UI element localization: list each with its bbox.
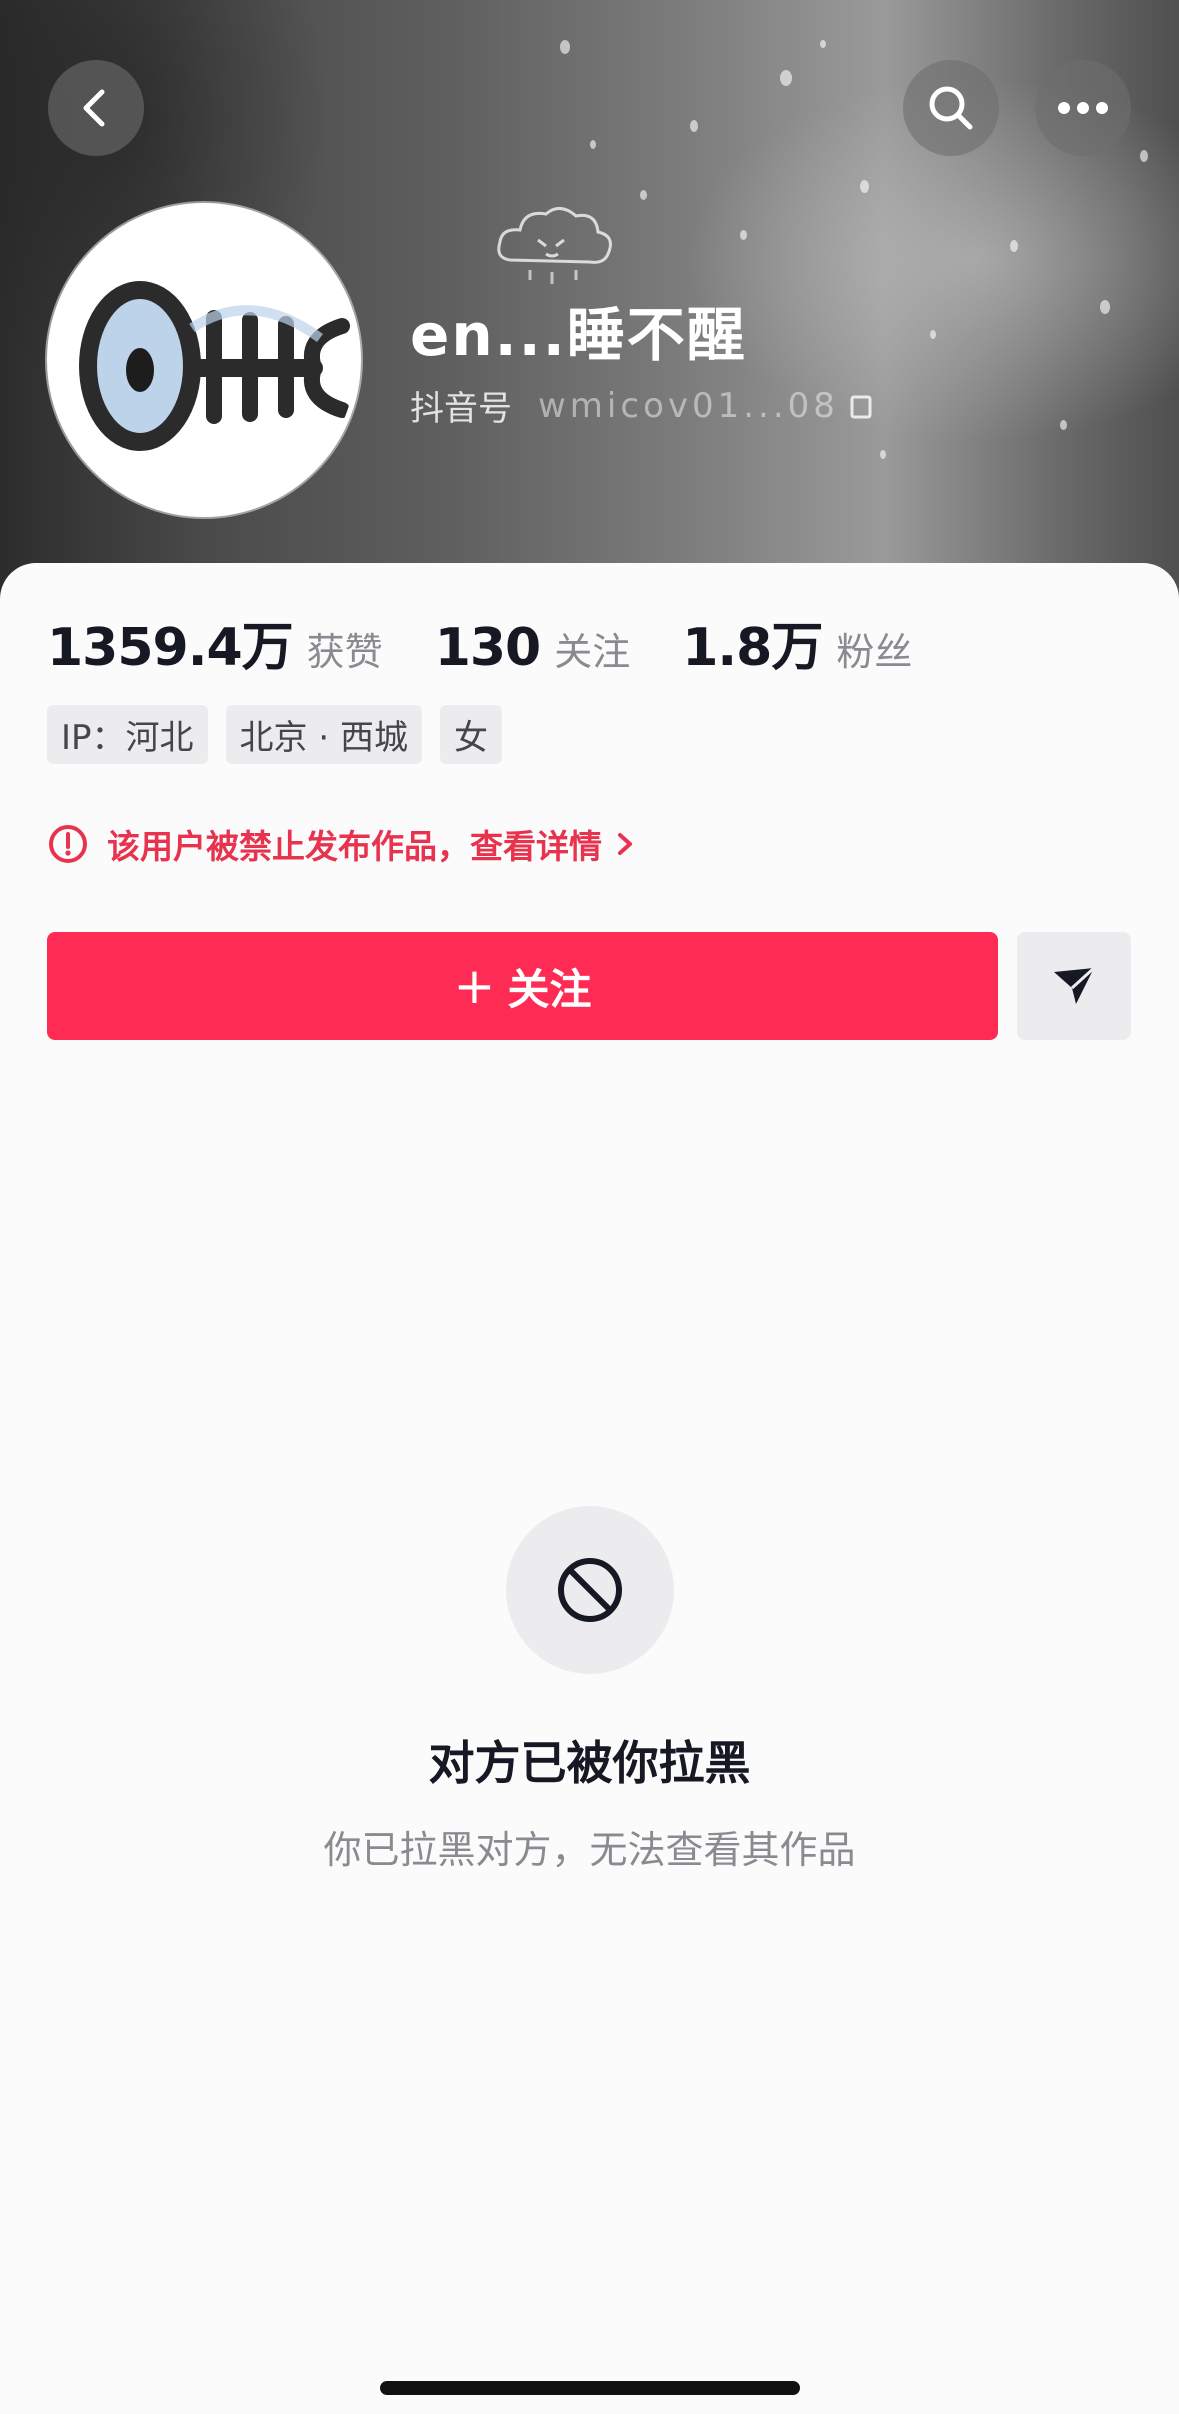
- home-indicator[interactable]: [380, 2381, 800, 2395]
- search-icon: [929, 86, 973, 130]
- stat-followers-value: 1.8万: [682, 618, 823, 678]
- tag-ip-location: IP：河北: [47, 705, 208, 764]
- cloud-doodle-icon: [497, 207, 612, 284]
- stat-following[interactable]: 130 关注: [435, 618, 631, 678]
- block-icon: [558, 1558, 622, 1622]
- more-options-button[interactable]: [1035, 60, 1131, 156]
- blocked-state-badge: [506, 1506, 674, 1674]
- avatar[interactable]: [47, 203, 361, 517]
- warning-icon: [49, 825, 87, 863]
- chevron-right-icon: [618, 833, 632, 855]
- tag-gender: 女: [439, 705, 502, 764]
- stat-following-value: 130: [434, 618, 542, 678]
- stat-followers-label: 粉丝: [836, 630, 913, 674]
- follow-button-label: 关注: [507, 964, 592, 1014]
- blocked-state-subtitle: 你已拉黑对方，无法查看其作品: [323, 1828, 856, 1872]
- profile-stats: 1359.4万 获赞 130 关注 1.8万 粉丝: [47, 605, 964, 678]
- stat-likes-label: 获赞: [306, 630, 383, 674]
- profile-page: en...睡不醒 抖音号 wmicov01...08 1359.4万 获赞 13…: [0, 0, 1179, 2414]
- stat-following-label: 关注: [554, 630, 631, 674]
- douyin-id-value: wmicov01...08: [538, 385, 839, 426]
- ban-notice-text: 该用户被禁止发布作品，查看详情: [107, 827, 602, 866]
- stat-likes-value: 1359.4万: [47, 618, 294, 678]
- send-message-button[interactable]: [1017, 932, 1131, 1040]
- back-button[interactable]: [48, 60, 144, 156]
- profile-tags: IP：河北 北京 · 西城 女: [47, 705, 520, 764]
- chevron-left-icon: [83, 89, 105, 127]
- blocked-state-title: 对方已被你拉黑: [428, 1736, 751, 1790]
- search-button[interactable]: [903, 60, 999, 156]
- profile-nickname: en...睡不醒: [410, 301, 747, 369]
- tag-city: 北京 · 西城: [225, 705, 422, 764]
- follow-button[interactable]: + 关注: [47, 932, 998, 1040]
- stat-likes[interactable]: 1359.4万 获赞: [47, 605, 383, 680]
- copy-icon[interactable]: [849, 391, 877, 421]
- fishbone-avatar-image: [52, 208, 356, 512]
- stat-followers[interactable]: 1.8万 粉丝: [682, 605, 912, 680]
- douyin-id[interactable]: 抖音号 wmicov01...08: [410, 381, 877, 430]
- send-icon: [1054, 966, 1096, 1004]
- douyin-id-label: 抖音号: [410, 389, 512, 429]
- ban-notice-link[interactable]: 该用户被禁止发布作品，查看详情: [47, 820, 636, 868]
- ellipsis-icon: [1058, 102, 1108, 114]
- plus-icon: +: [453, 957, 496, 1015]
